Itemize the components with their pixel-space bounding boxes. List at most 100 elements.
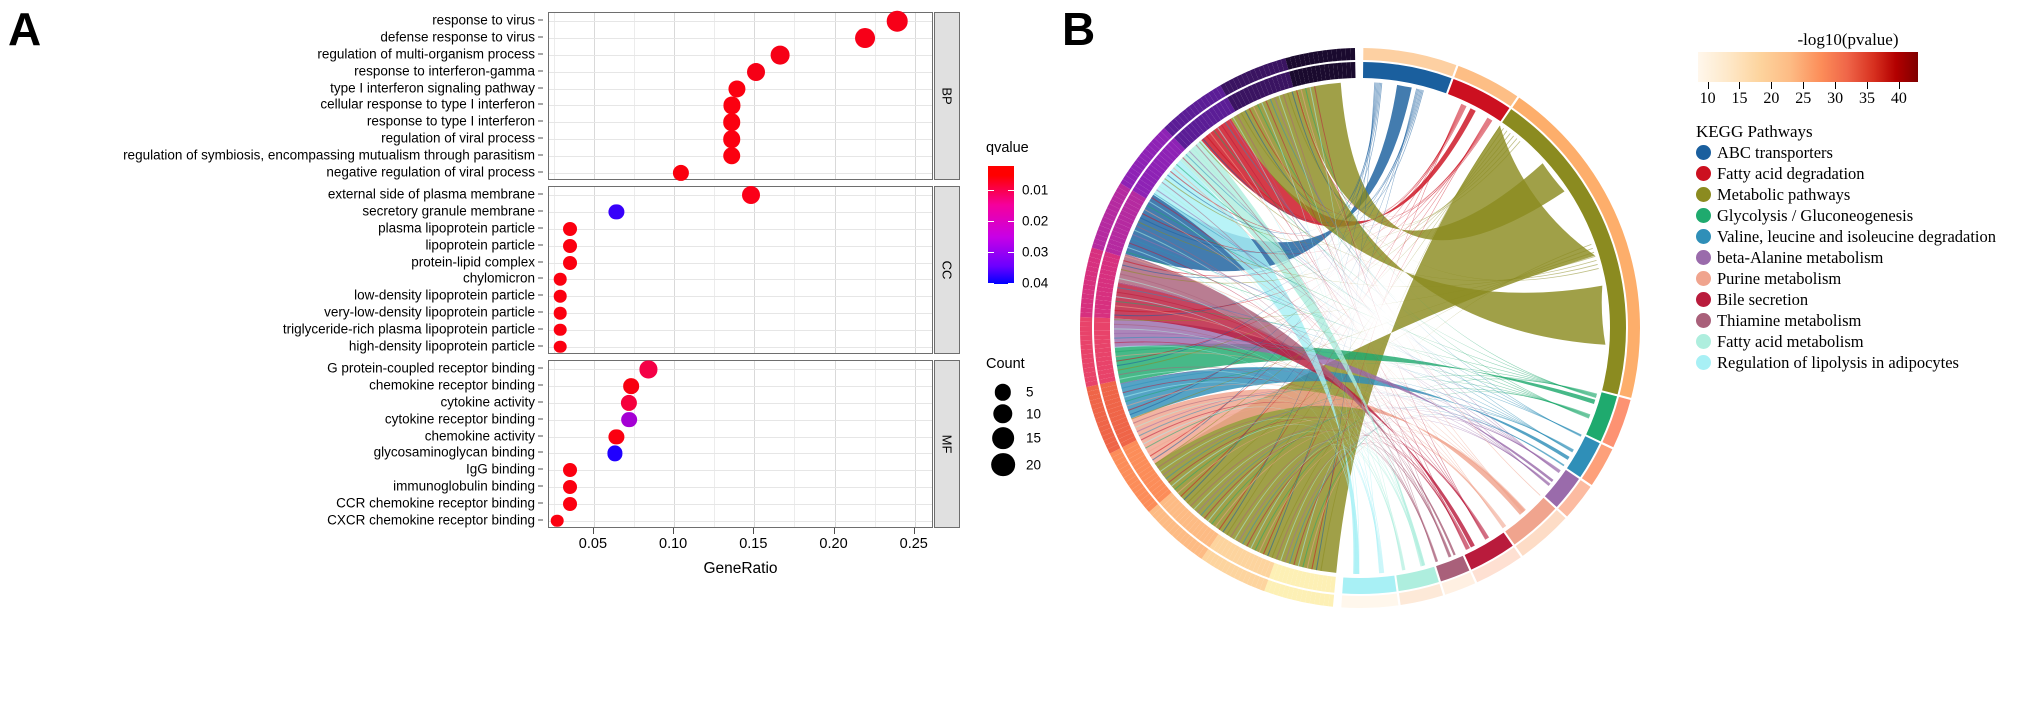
chord-gene-sector-outer	[1350, 48, 1356, 61]
y-axis-term-label: very-low-density lipoprotein particle	[324, 304, 535, 320]
dot-point	[553, 323, 567, 337]
qvalue-colorbar	[988, 166, 1014, 284]
kegg-legend-label: Valine, leucine and isoleucine degradati…	[1717, 226, 1997, 246]
pvalue-colorbar-tick-label: 15	[1731, 90, 1748, 107]
kegg-legend-item: Regulation of lipolysis in adipocytes	[1696, 352, 1996, 373]
y-axis-tick	[538, 519, 543, 521]
dot-point	[562, 222, 577, 236]
qvalue-tick-mark	[1008, 221, 1014, 222]
facet-strip-cc-label: CC	[939, 260, 955, 280]
kegg-legend-swatch	[1696, 313, 1711, 328]
chord-gene-sector-outer	[1080, 339, 1093, 346]
chord-gene-sector-outer	[1080, 312, 1093, 318]
y-axis-term-label: cytokine receptor binding	[384, 411, 535, 427]
dot-point	[621, 411, 638, 428]
dot-point	[553, 273, 567, 286]
kegg-legend-item: Bile secretion	[1696, 289, 1996, 310]
dot-point	[553, 289, 567, 303]
qvalue-tick-mark	[988, 252, 994, 253]
qvalue-tick-mark	[988, 221, 994, 222]
kegg-legend-label: beta-Alanine metabolism	[1717, 247, 1884, 267]
dot-point	[723, 147, 741, 165]
pvalue-colorbar-tick	[1866, 82, 1868, 89]
y-axis-term-label: response to virus	[432, 12, 535, 28]
chord-gene-sector-outer	[1080, 321, 1093, 327]
facet-strip-bp: BP	[934, 12, 960, 180]
kegg-legend-swatch	[1696, 208, 1711, 223]
y-axis-term-label: lipoprotein particle	[425, 237, 535, 253]
kegg-legend-label: Fatty acid metabolism	[1717, 331, 1864, 351]
y-axis-term-label: secretory granule membrane	[362, 203, 535, 219]
gridline-horizontal	[549, 105, 932, 107]
kegg-legend-swatch	[1696, 271, 1711, 286]
x-axis-tick	[833, 528, 835, 534]
chord-gene-sector-outer	[1080, 326, 1093, 332]
y-axis-tick	[538, 171, 543, 173]
chord-gene-sector	[1094, 317, 1111, 323]
y-axis-tick	[538, 502, 543, 504]
kegg-legend-swatch	[1696, 145, 1711, 160]
y-axis-term-label: G protein-coupled receptor binding	[327, 360, 535, 376]
y-axis-tick	[538, 311, 543, 313]
qvalue-tick-label: 0.01	[1022, 182, 1049, 198]
qvalue-tick-mark	[1008, 190, 1014, 191]
facet-mf-plot	[548, 360, 933, 528]
gridline-horizontal	[549, 71, 932, 73]
y-axis-tick	[538, 87, 543, 89]
x-axis-tick-label: 0.25	[899, 536, 928, 552]
kegg-legend-item: Purine metabolism	[1696, 268, 1996, 289]
x-axis-tick	[913, 528, 915, 534]
y-axis-tick	[538, 294, 543, 296]
dot-point	[562, 238, 577, 253]
y-axis-term-label: regulation of multi-organism process	[317, 46, 535, 62]
pvalue-colorbar-tick-label: 30	[1827, 90, 1844, 107]
y-axis-tick	[538, 261, 543, 263]
kegg-legend-label: Thiamine metabolism	[1717, 310, 1862, 330]
gridline-horizontal	[549, 172, 932, 174]
y-axis-term-label: low-density lipoprotein particle	[354, 287, 535, 303]
count-legend-title: Count	[986, 356, 1025, 372]
gridline-horizontal	[549, 212, 932, 214]
kegg-legend-item: Fatty acid degradation	[1696, 163, 1996, 184]
count-legend-dot	[994, 383, 1012, 401]
kegg-legend-swatch	[1696, 292, 1711, 307]
y-axis-term-label: IgG binding	[465, 461, 535, 477]
x-axis-tick-label: 0.10	[659, 536, 688, 552]
pvalue-colorbar-tick-label: 20	[1763, 90, 1780, 107]
chord-gene-sector	[1094, 334, 1111, 340]
kegg-legend-label: Metabolic pathways	[1717, 184, 1851, 204]
facet-strip-cc: CC	[934, 186, 960, 354]
chord-gene-sector	[1094, 313, 1111, 319]
dot-point	[553, 306, 567, 320]
dot-point	[723, 130, 741, 148]
y-axis-term-label: cellular response to type I interferon	[320, 96, 535, 112]
x-axis-tick-label: 0.05	[578, 536, 608, 552]
kegg-legend-item: Thiamine metabolism	[1696, 310, 1996, 331]
y-axis-tick	[538, 19, 543, 21]
chord-gene-sector-outer	[1080, 344, 1093, 350]
y-axis-tick	[538, 418, 543, 420]
x-axis-tick	[673, 528, 675, 534]
pvalue-colorbar-tick	[1771, 82, 1773, 89]
pvalue-colorbar-tick	[1707, 82, 1709, 89]
dot-point	[562, 463, 577, 478]
y-axis-tick	[538, 328, 543, 330]
pvalue-colorbar-title: -log10(pvalue)	[1797, 30, 1899, 49]
qvalue-tick-label: 0.04	[1022, 275, 1049, 291]
dot-point	[723, 96, 741, 114]
dot-point	[562, 496, 577, 511]
chord-pathway-sector	[1342, 575, 1397, 594]
kegg-legend-swatch	[1696, 187, 1711, 202]
y-axis-tick	[538, 468, 543, 470]
kegg-legend-label: Purine metabolism	[1717, 268, 1842, 288]
gridline-horizontal	[549, 21, 932, 23]
y-axis-term-label: response to type I interferon	[366, 113, 535, 129]
kegg-legend-item: Glycolysis / Gluconeogenesis	[1696, 205, 1996, 226]
dot-point	[607, 445, 623, 461]
dot-point	[553, 340, 567, 353]
y-axis-tick	[538, 210, 543, 212]
dot-point	[562, 255, 577, 270]
y-axis-tick	[538, 227, 543, 229]
gridline-horizontal	[549, 313, 932, 314]
y-axis-term-label: chemokine activity	[424, 428, 535, 444]
